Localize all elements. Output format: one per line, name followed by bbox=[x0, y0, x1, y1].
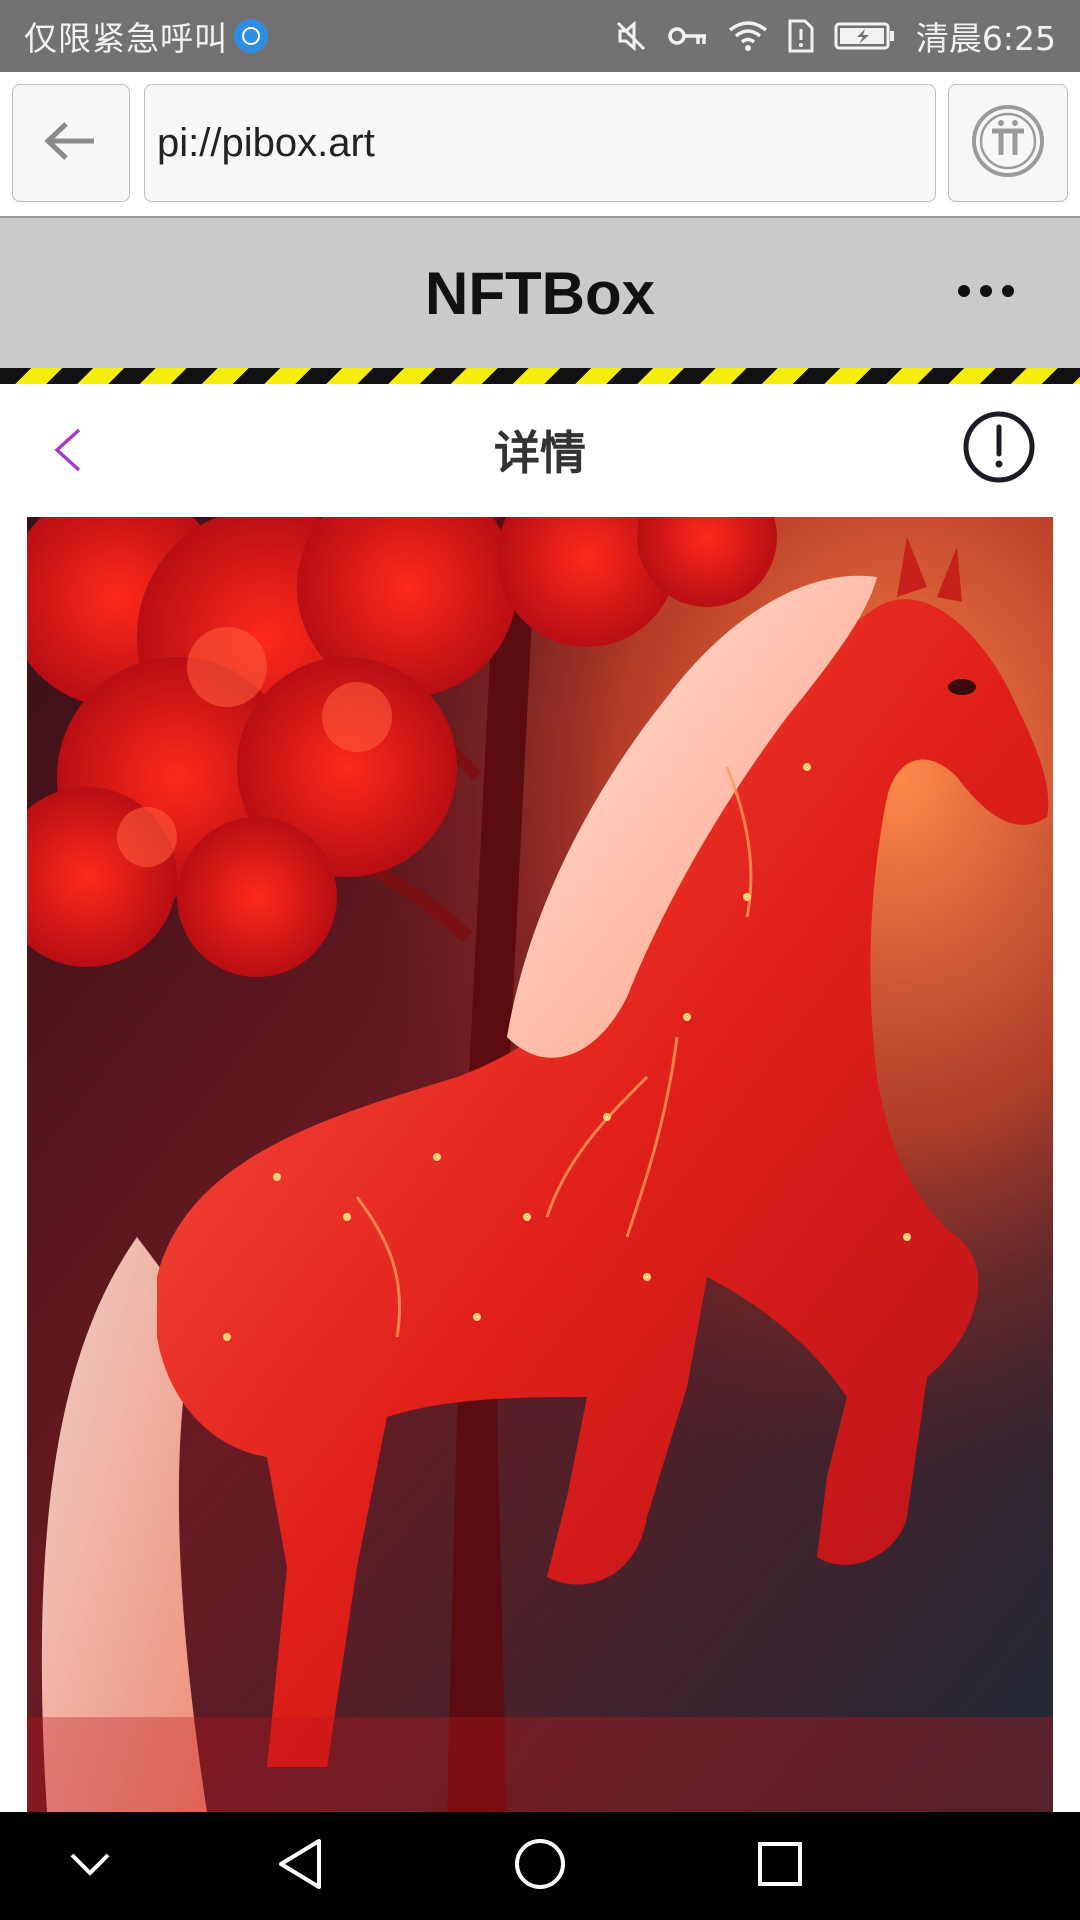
pi-browser-button[interactable] bbox=[948, 84, 1068, 202]
sim-alert-icon bbox=[788, 19, 814, 53]
browser-bar: pi://pibox.art bbox=[0, 72, 1080, 216]
status-right: 清晨6:25 bbox=[614, 0, 1056, 72]
arrow-left-icon bbox=[44, 121, 98, 165]
chevron-left-icon bbox=[53, 427, 83, 477]
battery-charging-icon bbox=[834, 21, 896, 51]
app-notification-icon bbox=[234, 19, 268, 53]
nft-artwork-image[interactable] bbox=[27, 517, 1053, 1812]
page-back-button[interactable] bbox=[40, 420, 96, 484]
pi-network-icon bbox=[970, 103, 1046, 183]
carrier-text: 仅限紧急呼叫 bbox=[24, 19, 228, 58]
home-circle-icon bbox=[512, 1836, 568, 1896]
system-back-button[interactable] bbox=[270, 1836, 330, 1896]
collapse-button[interactable] bbox=[60, 1836, 120, 1896]
app-title: NFTBox bbox=[425, 259, 655, 327]
recents-square-icon bbox=[755, 1839, 805, 1893]
browser-back-button[interactable] bbox=[12, 84, 130, 202]
info-button[interactable] bbox=[962, 410, 1036, 484]
more-options-button[interactable] bbox=[958, 276, 1014, 306]
exclamation-circle-icon bbox=[962, 411, 1036, 488]
system-recents-button[interactable] bbox=[750, 1836, 810, 1896]
system-home-button[interactable] bbox=[510, 1836, 570, 1896]
page-title: 详情 bbox=[494, 426, 586, 480]
hazard-stripe bbox=[0, 368, 1080, 384]
status-time: 清晨6:25 bbox=[915, 19, 1056, 58]
system-navigation-bar bbox=[0, 1812, 1080, 1920]
more-horizontal-icon bbox=[958, 285, 970, 297]
wifi-icon bbox=[728, 20, 768, 52]
app-header: NFTBox bbox=[0, 216, 1080, 368]
mute-icon bbox=[614, 19, 648, 53]
back-triangle-icon bbox=[275, 1837, 325, 1895]
page-nav: 详情 bbox=[0, 384, 1080, 516]
url-field[interactable]: pi://pibox.art bbox=[144, 84, 936, 202]
collapse-icon bbox=[68, 1849, 112, 1883]
key-icon bbox=[668, 24, 708, 48]
status-left: 仅限紧急呼叫 bbox=[24, 0, 268, 72]
status-bar: 仅限紧急呼叫 清晨6:25 bbox=[0, 0, 1080, 72]
